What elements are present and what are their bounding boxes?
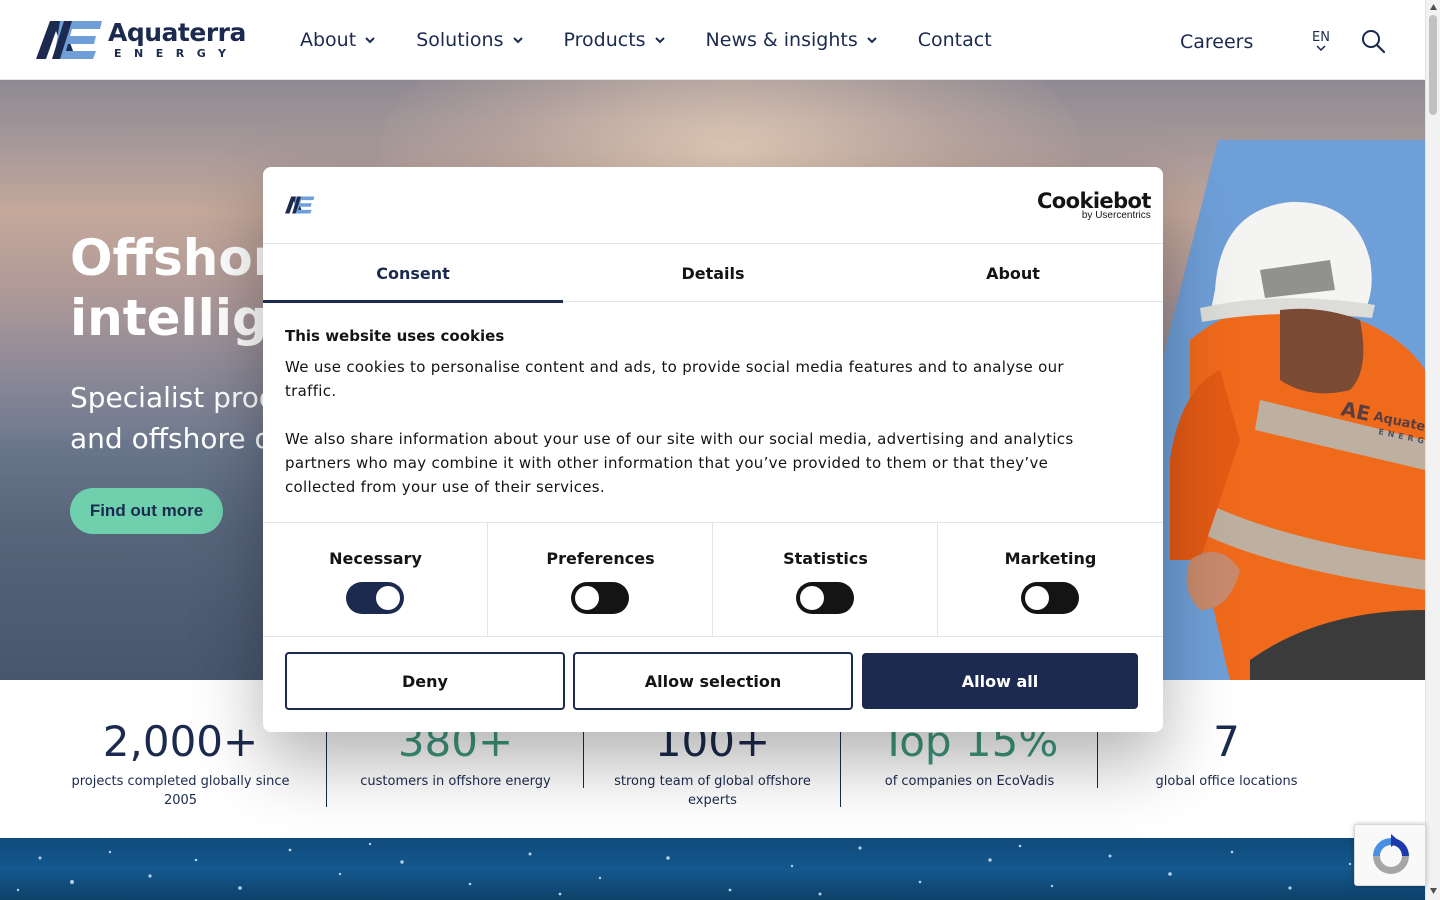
toggle-marketing: Marketing bbox=[938, 523, 1163, 637]
dialog-paragraph: We also share information about your use… bbox=[285, 430, 1074, 496]
scroll-up-arrow-icon[interactable] bbox=[1429, 3, 1438, 11]
toggle-statistics: Statistics bbox=[713, 523, 938, 637]
recaptcha-badge[interactable] bbox=[1354, 824, 1426, 886]
toggle-label: Statistics bbox=[783, 549, 868, 568]
dialog-description: We use cookies to personalise content an… bbox=[285, 355, 1105, 499]
allow-selection-button[interactable]: Allow selection bbox=[573, 652, 853, 710]
dialog-header: Cookiebot by Usercentrics bbox=[263, 167, 1163, 244]
dialog-body: This website uses cookies We use cookies… bbox=[285, 327, 1105, 499]
cookie-category-toggles: Necessary Preferences Statistics Marketi… bbox=[263, 522, 1163, 637]
toggle-knob bbox=[575, 586, 599, 610]
deny-button[interactable]: Deny bbox=[285, 652, 565, 710]
tab-details[interactable]: Details bbox=[563, 244, 863, 302]
necessary-toggle-switch[interactable] bbox=[346, 582, 404, 614]
ae-logo-mark-icon bbox=[285, 196, 315, 214]
tab-about[interactable]: About bbox=[863, 244, 1163, 302]
tab-consent[interactable]: Consent bbox=[263, 244, 563, 303]
statistics-toggle-switch[interactable] bbox=[796, 582, 854, 614]
page-scrollbar[interactable] bbox=[1425, 0, 1440, 900]
toggle-knob bbox=[800, 586, 824, 610]
dialog-buttons: Deny Allow selection Allow all bbox=[285, 652, 1141, 710]
toggle-knob bbox=[1025, 586, 1049, 610]
scroll-down-arrow-icon[interactable] bbox=[1429, 887, 1438, 895]
allow-all-button[interactable]: Allow all bbox=[862, 653, 1138, 709]
toggle-preferences: Preferences bbox=[488, 523, 713, 637]
toggle-label: Preferences bbox=[546, 549, 655, 568]
toggle-label: Marketing bbox=[1004, 549, 1097, 568]
recaptcha-icon bbox=[1373, 834, 1409, 874]
cookiebot-logo[interactable]: Cookiebot by Usercentrics bbox=[1037, 189, 1151, 221]
dialog-title: This website uses cookies bbox=[285, 327, 505, 345]
marketing-toggle-switch[interactable] bbox=[1021, 582, 1079, 614]
cookie-consent-dialog: Cookiebot by Usercentrics Consent Detail… bbox=[263, 167, 1163, 732]
toggle-knob bbox=[376, 586, 400, 610]
dialog-paragraph: We use cookies to personalise content an… bbox=[285, 358, 1064, 400]
scrollbar-thumb[interactable] bbox=[1429, 15, 1437, 115]
preferences-toggle-switch[interactable] bbox=[571, 582, 629, 614]
toggle-necessary: Necessary bbox=[263, 523, 488, 637]
toggle-label: Necessary bbox=[329, 549, 422, 568]
dialog-tabs: Consent Details About bbox=[263, 244, 1163, 303]
